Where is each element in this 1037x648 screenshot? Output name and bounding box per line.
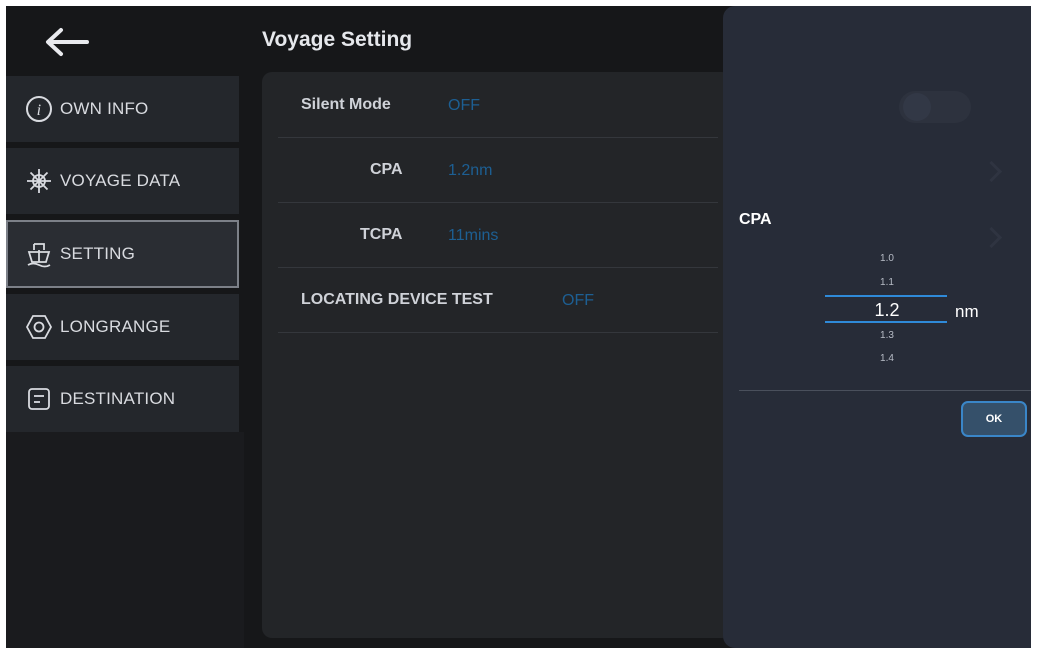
back-arrow-icon	[46, 28, 89, 56]
divider	[739, 390, 1031, 391]
back-button[interactable]	[36, 20, 96, 64]
setting-value: 1.2nm	[448, 162, 493, 179]
unit-label: nm	[955, 302, 979, 321]
settings-panel: Silent Mode OFF CPA 1.2nm TCPA 11mins LO…	[262, 72, 732, 638]
sidebar-item-label: LONGRANGE	[60, 317, 171, 336]
ok-button[interactable]: OK	[961, 401, 1027, 437]
picker-option[interactable]: 1.3	[857, 330, 917, 341]
hexagon-target-icon	[24, 312, 54, 342]
sidebar-item-label: VOYAGE DATA	[60, 171, 181, 190]
setting-row-tcpa[interactable]: TCPA 11mins	[278, 204, 718, 268]
picker-selection-line-top	[825, 295, 947, 297]
sidebar-item-label: DESTINATION	[60, 389, 176, 408]
toggle-switch	[899, 91, 971, 123]
picker-option[interactable]: 1.0	[857, 253, 917, 264]
chevron-right-icon	[980, 160, 1003, 183]
chevron-right-icon	[980, 226, 1003, 249]
info-icon: i	[24, 94, 54, 124]
sidebar-item-longrange[interactable]: LONGRANGE	[6, 294, 239, 360]
dialog-title: CPA	[739, 211, 772, 228]
setting-label: Silent Mode	[301, 96, 391, 113]
picker-selected-value[interactable]: 1.2	[857, 300, 917, 321]
sidebar-item-label: OWN INFO	[60, 99, 149, 118]
picker-selection-line-bottom	[825, 321, 947, 323]
setting-value: OFF	[562, 292, 594, 309]
setting-label: CPA	[370, 161, 403, 178]
picker-option[interactable]: 1.1	[857, 277, 917, 288]
sidebar-item-destination[interactable]: DESTINATION	[6, 366, 239, 432]
svg-text:i: i	[37, 102, 42, 119]
setting-value: OFF	[448, 97, 480, 114]
setting-label: TCPA	[360, 226, 403, 243]
app-screen: i OWN INFO VOYAGE DATA SETTING LONGRANGE…	[6, 6, 1031, 648]
ship-icon	[24, 239, 54, 269]
setting-row-silent-mode[interactable]: Silent Mode OFF	[278, 74, 718, 138]
setting-row-cpa[interactable]: CPA 1.2nm	[278, 139, 718, 203]
sidebar-item-own-info[interactable]: i OWN INFO	[6, 76, 239, 142]
setting-row-locating-device-test[interactable]: LOCATING DEVICE TEST OFF	[278, 269, 718, 333]
setting-label: LOCATING DEVICE TEST	[301, 291, 493, 308]
picker-option[interactable]: 1.4	[857, 353, 917, 364]
sidebar-item-setting[interactable]: SETTING	[6, 220, 239, 288]
sidebar: i OWN INFO VOYAGE DATA SETTING LONGRANGE…	[6, 76, 244, 648]
document-icon	[24, 384, 54, 414]
cpa-picker-dialog: CPA 1.0 1.1 1.2 1.3 1.4 nm OK	[723, 6, 1031, 648]
setting-value: 11mins	[448, 227, 499, 244]
sidebar-item-label: SETTING	[60, 244, 136, 263]
sidebar-empty-area	[6, 432, 244, 648]
page-title: Voyage Setting	[262, 28, 413, 51]
sidebar-item-voyage-data[interactable]: VOYAGE DATA	[6, 148, 239, 214]
ship-wheel-icon	[24, 166, 54, 196]
